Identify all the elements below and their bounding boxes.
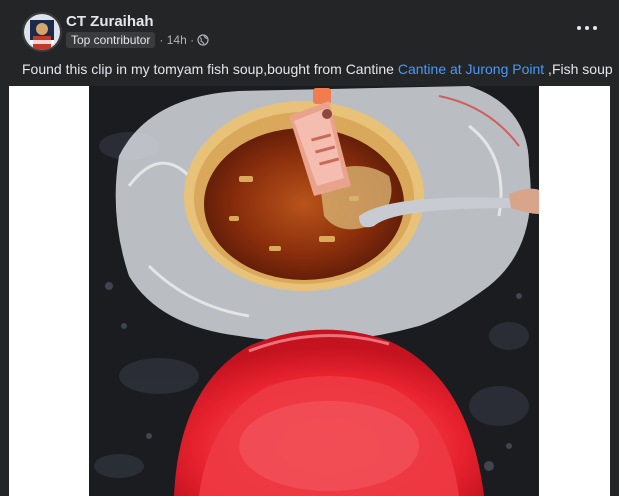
facebook-post-card: CT Zuraihah Top contributor · 14h · Foun… — [0, 0, 619, 496]
post-meta: Top contributor · 14h · — [66, 32, 209, 48]
post-text-prefix: Found this clip in my tomyam fish soup,b… — [22, 61, 398, 77]
author-name[interactable]: CT Zuraihah — [66, 13, 154, 31]
avatar[interactable] — [22, 12, 62, 52]
post-text-suffix: ,Fish soup — [544, 61, 613, 77]
post-media[interactable] — [9, 86, 610, 496]
top-contributor-badge[interactable]: Top contributor — [66, 32, 156, 48]
globe-icon — [197, 34, 209, 46]
more-options-button[interactable] — [577, 20, 597, 36]
page-link[interactable]: Cantine at Jurong Point — [398, 61, 544, 77]
more-horizontal-icon — [577, 26, 581, 30]
post-header: CT Zuraihah Top contributor · 14h · — [0, 0, 619, 56]
post-photo[interactable] — [89, 86, 539, 496]
post-text: Found this clip in my tomyam fish soup,b… — [22, 60, 613, 78]
post-timestamp[interactable]: · 14h · — [159, 33, 194, 47]
